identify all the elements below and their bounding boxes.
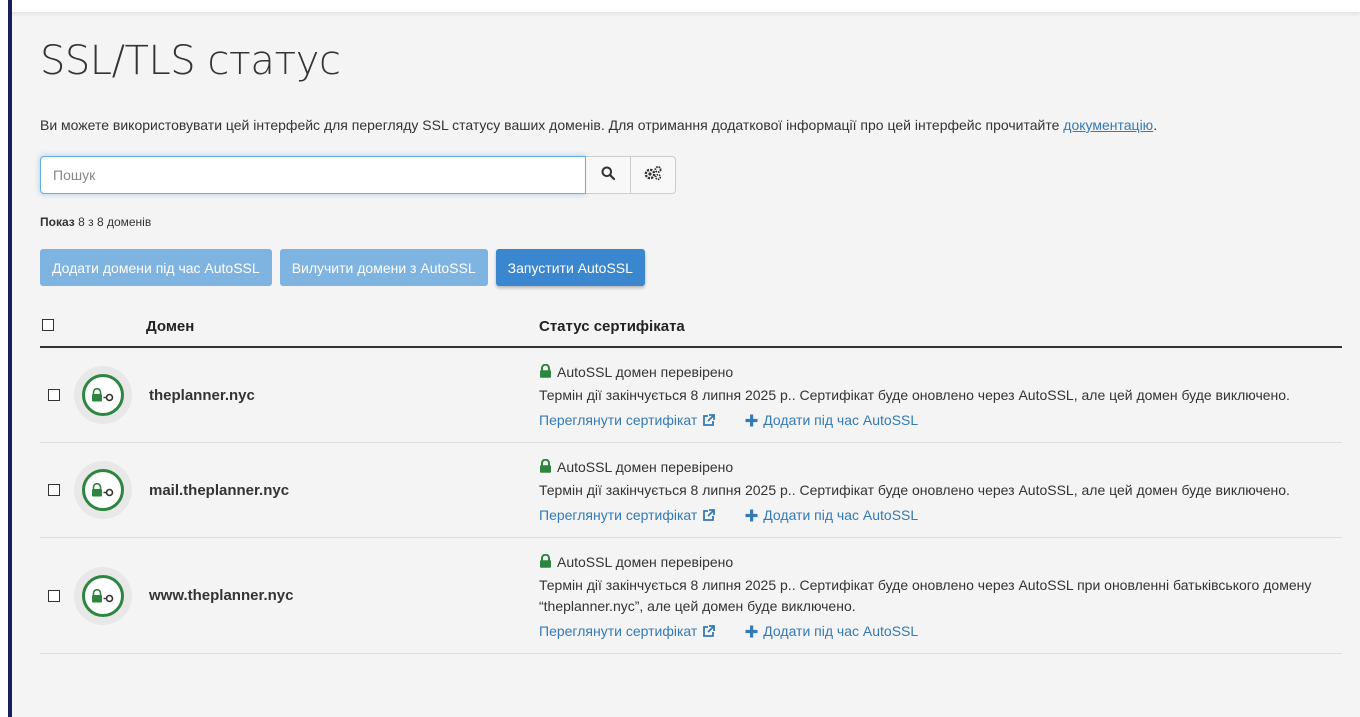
header-status[interactable]: Статус сертифіката [539,318,685,335]
row-links: Переглянути сертифікат Додати під час Au… [539,623,1342,639]
row-status-cell: AutoSSL домен перевірено Термін дії закі… [539,348,1342,442]
row-domain: theplanner.nyc [149,386,255,404]
row-checkbox[interactable] [48,589,60,602]
status-text: AutoSSL домен перевірено [557,459,734,475]
row-domain: www.theplanner.nyc [149,587,294,604]
view-certificate-label: Переглянути сертифікат [539,507,698,523]
lock-key-icon [82,374,124,416]
row-status-cell: AutoSSL домен перевірено Термін дії закі… [539,538,1342,653]
external-link-icon [702,624,716,638]
intro-end: . [1153,117,1158,133]
row-checkbox-cell [40,538,74,653]
add-autossl-label: Додати під час AutoSSL [763,412,919,428]
view-certificate-link[interactable]: Переглянути сертифікат [539,412,716,428]
add-autossl-link[interactable]: Додати під час AutoSSL [745,623,918,639]
table-row: www.theplanner.nyc AutoSSL домен перевір… [40,538,1342,654]
search-settings-button[interactable] [631,156,676,194]
select-all-checkbox[interactable] [42,318,54,331]
lock-icon [539,363,552,381]
ssl-status-icon [74,566,132,625]
row-icon-cell [74,443,149,537]
domains-table: Домен Статус сертифіката theplanner.nyc [40,306,1342,654]
row-domain: mail.theplanner.nyc [149,481,290,499]
row-checkbox[interactable] [48,484,60,496]
lock-key-icon [82,469,124,511]
page: SSL/TLS статус Ви можете використовувати… [0,0,1360,717]
row-checkbox-cell [40,443,74,537]
add-autossl-link[interactable]: Додати під час AutoSSL [745,412,918,428]
add-autossl-link[interactable]: Додати під час AutoSSL [745,507,918,523]
table-row: theplanner.nyc AutoSSL домен перевірено … [40,348,1342,443]
status-message: Термін дії закінчується 8 липня 2025 р..… [539,387,1290,403]
row-checkbox[interactable] [48,389,60,401]
status-line: AutoSSL домен перевірено [539,457,1342,477]
view-certificate-link[interactable]: Переглянути сертифікат [539,623,716,639]
plus-icon [745,625,758,638]
status-message: Термін дії закінчується 8 липня 2025 р..… [539,577,1312,614]
row-links: Переглянути сертифікат Додати під час Au… [539,507,1342,523]
result-count-prefix: Показ [40,215,75,229]
table-row: mail.theplanner.nyc AutoSSL домен переві… [40,443,1342,538]
plus-icon [745,509,758,522]
status-line: AutoSSL домен перевірено [539,362,1342,382]
intro-text: Ви можете використовувати цей інтерфейс … [40,117,1350,133]
action-buttons: Додати домени під час AutoSSL Вилучити д… [40,249,645,286]
lock-key-icon [82,574,124,617]
add-autossl-label: Додати під час AutoSSL [763,507,919,523]
add-autossl-label: Додати під час AutoSSL [763,623,919,639]
row-links: Переглянути сертифікат Додати під час Au… [539,412,1342,428]
table-body: theplanner.nyc AutoSSL домен перевірено … [40,348,1342,654]
status-message: Термін дії закінчується 8 липня 2025 р..… [539,482,1290,498]
header-checkbox-cell [40,318,146,335]
page-title: SSL/TLS статус [40,38,341,84]
main-content: SSL/TLS статус Ви можете використовувати… [40,0,1350,717]
row-status-cell: AutoSSL домен перевірено Термін дії закі… [539,443,1342,537]
header-domain[interactable]: Домен [146,318,539,335]
status-line: AutoSSL домен перевірено [539,552,1342,572]
left-gutter [0,0,8,717]
row-icon-cell [74,538,149,653]
search-icon [601,166,616,185]
view-certificate-label: Переглянути сертифікат [539,623,698,639]
intro-body: Ви можете використовувати цей інтерфейс … [40,117,1064,133]
left-accent-bar [8,0,12,717]
row-icon-cell [74,348,149,442]
status-text: AutoSSL домен перевірено [557,554,734,570]
view-certificate-label: Переглянути сертифікат [539,412,698,428]
documentation-link[interactable]: документацію [1063,117,1153,133]
search-button[interactable] [586,156,631,194]
table-header: Домен Статус сертифіката [40,306,1342,348]
gears-icon [643,165,663,186]
plus-icon [745,414,758,427]
result-count-text: 8 з 8 доменів [78,215,152,229]
exclude-domains-autossl-button[interactable]: Вилучити домени з AutoSSL [279,249,488,286]
search-input[interactable] [40,156,586,194]
result-count: Показ 8 з 8 доменів [40,215,151,229]
external-link-icon [702,413,716,427]
view-certificate-link[interactable]: Переглянути сертифікат [539,507,716,523]
add-domains-autossl-button[interactable]: Додати домени під час AutoSSL [40,249,272,286]
lock-icon [539,553,552,571]
external-link-icon [702,508,716,522]
ssl-status-icon [74,366,132,424]
ssl-status-icon [74,461,132,519]
status-text: AutoSSL домен перевірено [557,364,734,380]
row-checkbox-cell [40,348,74,442]
search-group [40,156,676,194]
lock-icon [539,458,552,476]
run-autossl-button[interactable]: Запустити AutoSSL [495,249,645,286]
